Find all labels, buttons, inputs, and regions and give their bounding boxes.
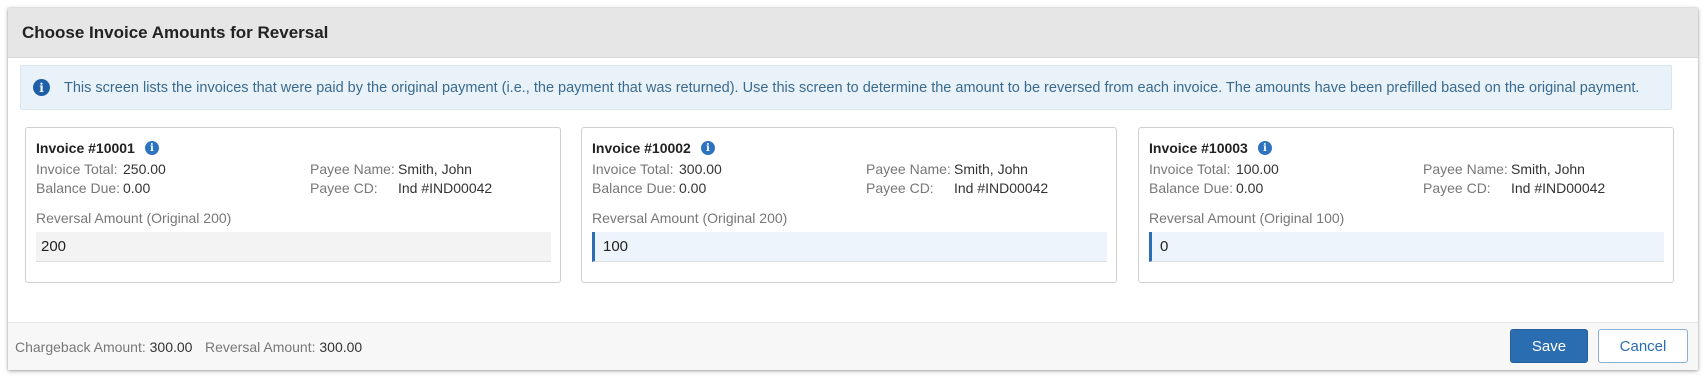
reversal-amount-total-label: Reversal Amount:: [205, 339, 316, 355]
balance-due-label: Balance Due:: [592, 180, 677, 196]
info-icon[interactable]: i: [1257, 141, 1272, 155]
info-banner: i This screen lists the invoices that we…: [20, 65, 1672, 110]
invoice-card: Invoice #10002 i Invoice Total: 300.00 B…: [581, 127, 1117, 283]
info-icon[interactable]: i: [144, 141, 159, 155]
reversal-amount-input[interactable]: [592, 232, 1107, 262]
balance-due-row: Balance Due: 0.00: [592, 180, 706, 196]
invoice-total-row: Invoice Total: 100.00: [1149, 161, 1279, 177]
invoice-total-label: Invoice Total:: [1149, 161, 1231, 177]
payee-name-row: Payee Name: Smith, John: [866, 161, 1028, 177]
invoice-total-label: Invoice Total:: [592, 161, 674, 177]
payee-name-row: Payee Name: Smith, John: [1423, 161, 1585, 177]
payee-cd-label: Payee CD:: [866, 180, 934, 196]
info-icon[interactable]: i: [700, 141, 715, 155]
invoice-total-row: Invoice Total: 250.00: [36, 161, 166, 177]
dialog-header: Choose Invoice Amounts for Reversal: [8, 8, 1698, 58]
payee-name-row: Payee Name: Smith, John: [310, 161, 472, 177]
save-button[interactable]: Save: [1510, 329, 1588, 363]
invoice-cards: Invoice #10001 i Invoice Total: 250.00 B…: [25, 127, 1675, 283]
invoice-total-value: 250.00: [123, 161, 166, 177]
dialog-title: Choose Invoice Amounts for Reversal: [22, 22, 329, 42]
payee-cd-value: Ind #IND00042: [1511, 180, 1606, 196]
payee-name-value: Smith, John: [954, 161, 1028, 177]
payee-name-value: Smith, John: [1511, 161, 1585, 177]
balance-due-row: Balance Due: 0.00: [1149, 180, 1263, 196]
reversal-amount-input[interactable]: [36, 232, 551, 262]
invoice-title-text: Invoice #10001: [36, 140, 135, 156]
chargeback-amount: Chargeback Amount: 300.00: [15, 339, 192, 355]
invoice-total-value: 100.00: [1236, 161, 1279, 177]
reversal-amount-total-value: 300.00: [319, 339, 363, 355]
invoice-title-text: Invoice #10002: [592, 140, 691, 156]
invoice-card: Invoice #10001 i Invoice Total: 250.00 B…: [25, 127, 561, 283]
cancel-button[interactable]: Cancel: [1598, 329, 1688, 363]
payee-cd-row: Payee CD: Ind #IND00042: [310, 180, 492, 196]
reversal-amount-total: Reversal Amount: 300.00: [205, 339, 362, 355]
info-text: This screen lists the invoices that were…: [64, 79, 1640, 96]
payee-name-label: Payee Name:: [1423, 161, 1508, 177]
balance-due-label: Balance Due:: [36, 180, 121, 196]
balance-due-value: 0.00: [1236, 180, 1264, 196]
invoice-title: Invoice #10003 i: [1149, 140, 1272, 156]
invoice-title-text: Invoice #10003: [1149, 140, 1248, 156]
reversal-amount-input[interactable]: [1149, 232, 1664, 262]
payee-cd-label: Payee CD:: [310, 180, 378, 196]
reversal-amount-label: Reversal Amount (Original 200): [592, 210, 788, 226]
info-icon: i: [33, 79, 50, 96]
balance-due-row: Balance Due: 0.00: [36, 180, 150, 196]
invoice-total-row: Invoice Total: 300.00: [592, 161, 722, 177]
invoice-card: Invoice #10003 i Invoice Total: 100.00 B…: [1138, 127, 1674, 283]
reversal-dialog: Choose Invoice Amounts for Reversal i Th…: [8, 8, 1698, 370]
invoice-total-label: Invoice Total:: [36, 161, 118, 177]
invoice-title: Invoice #10002 i: [592, 140, 715, 156]
payee-name-label: Payee Name:: [866, 161, 951, 177]
payee-name-value: Smith, John: [398, 161, 472, 177]
reversal-amount-label: Reversal Amount (Original 100): [1149, 210, 1345, 226]
reversal-amount-label: Reversal Amount (Original 200): [36, 210, 232, 226]
payee-cd-row: Payee CD: Ind #IND00042: [866, 180, 1048, 196]
payee-name-label: Payee Name:: [310, 161, 395, 177]
invoice-total-value: 300.00: [679, 161, 722, 177]
payee-cd-row: Payee CD: Ind #IND00042: [1423, 180, 1605, 196]
payee-cd-label: Payee CD:: [1423, 180, 1491, 196]
balance-due-label: Balance Due:: [1149, 180, 1234, 196]
invoice-title: Invoice #10001 i: [36, 140, 159, 156]
dialog-footer: Chargeback Amount: 300.00 Reversal Amoun…: [8, 322, 1698, 370]
payee-cd-value: Ind #IND00042: [954, 180, 1049, 196]
chargeback-amount-label: Chargeback Amount:: [15, 339, 146, 355]
chargeback-amount-value: 300.00: [149, 339, 193, 355]
balance-due-value: 0.00: [679, 180, 707, 196]
payee-cd-value: Ind #IND00042: [398, 180, 493, 196]
balance-due-value: 0.00: [123, 180, 151, 196]
